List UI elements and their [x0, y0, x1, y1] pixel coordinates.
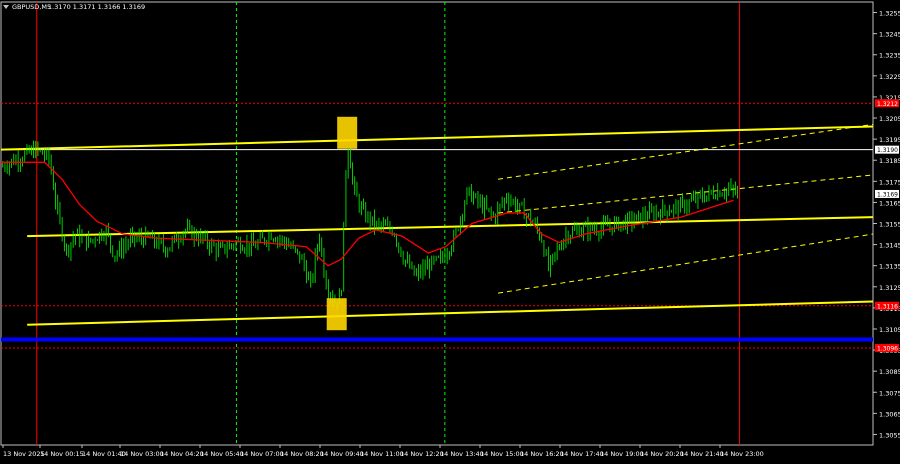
plot-frame	[0, 1, 874, 446]
x-tick-label: 14 Nov 11:00	[360, 450, 404, 458]
channel-line[interactable]	[27, 300, 874, 326]
y-tick-label: 1.3245	[879, 31, 900, 39]
y-tick-label: 1.3055	[879, 431, 900, 439]
y-tick-label: 1.3255	[879, 10, 900, 18]
x-tick-label: 14 Nov 00:15	[40, 450, 84, 458]
y-tick-label: 1.3105	[879, 326, 900, 334]
y-tick-label: 1.3145	[879, 242, 900, 250]
x-tick-label: 14 Nov 04:20	[160, 450, 204, 458]
y-tick-label: 1.3195	[879, 136, 900, 144]
y-tick-label: 1.3155	[879, 221, 900, 229]
channel-line-dashed[interactable]	[497, 174, 874, 214]
y-tick-label: 1.3075	[879, 389, 900, 397]
y-tick-label: 1.3185	[879, 157, 900, 165]
x-tick-label: 14 Nov 21:40	[680, 450, 724, 458]
x-tick-label: 14 Nov 13:40	[440, 450, 484, 458]
x-tick-label: 14 Nov 16:20	[520, 450, 564, 458]
channel-line[interactable]	[0, 125, 874, 151]
dropdown-triangle-icon[interactable]	[3, 5, 9, 9]
x-tick-label: 14 Nov 12:20	[400, 450, 444, 458]
chart-root: 1.3255 1.3245 1.3235 1.3225 1.3215 1.3205 1.31…	[0, 0, 900, 460]
y-tick-label: 1.3165	[879, 199, 900, 207]
y-tick-label: 1.3065	[879, 410, 900, 418]
y-tick-label: 1.3085	[879, 368, 900, 376]
y-tick-label: 1.3135	[879, 263, 900, 271]
x-tick-label: 14 Nov 19:00	[600, 450, 644, 458]
y-tick-label: 1.3225	[879, 73, 900, 81]
price-chart[interactable]: 1.32551.32451.32351.32251.32151.32051.31…	[0, 0, 900, 460]
x-tick-label: 14 Nov 05:40	[200, 450, 244, 458]
x-tick-label: 14 Nov 09:40	[320, 450, 364, 458]
y-tick-label: 1.3125	[879, 284, 900, 292]
current-price-label: 1.3169	[877, 191, 898, 198]
x-tick-label: 14 Nov 03:00	[120, 450, 164, 458]
y-axis: 1.32551.32451.32351.32251.32151.32051.31…	[873, 10, 900, 439]
channel-line-dashed[interactable]	[497, 123, 874, 180]
signal-marker[interactable]	[326, 298, 347, 331]
x-tick-label: 14 Nov 17:40	[560, 450, 604, 458]
x-tick-label: 14 Nov 23:00	[720, 450, 764, 458]
price-tag-label: 1.3190	[877, 147, 898, 154]
x-tick-label: 14 Nov 20:20	[640, 450, 684, 458]
signal-marker[interactable]	[337, 116, 358, 149]
y-tick-label: 1.3175	[879, 178, 900, 186]
y-tick-label: 1.3235	[879, 52, 900, 60]
price-tag-label: 1.3212	[877, 101, 898, 108]
price-tag-label: 1.3096	[877, 345, 898, 352]
x-tick-label: 14 Nov 08:20	[280, 450, 324, 458]
price-tag-label: 1.3116	[877, 303, 898, 310]
chart-header: GBPUSD,M51.3170 1.3171 1.3166 1.3169	[3, 3, 145, 11]
x-axis: 13 Nov 202514 Nov 00:1514 Nov 01:4014 No…	[2, 445, 764, 458]
y-tick-label: 1.3205	[879, 115, 900, 123]
channel-line-dashed[interactable]	[497, 233, 874, 294]
symbol-label: GBPUSD,M5	[12, 3, 51, 11]
x-tick-label: 13 Nov 2025	[3, 450, 45, 458]
ohlc-label: 1.3170 1.3171 1.3166 1.3169	[48, 3, 145, 11]
x-tick-label: 14 Nov 15:00	[480, 450, 524, 458]
channel-line[interactable]	[27, 216, 874, 238]
x-tick-label: 14 Nov 07:00	[240, 450, 284, 458]
